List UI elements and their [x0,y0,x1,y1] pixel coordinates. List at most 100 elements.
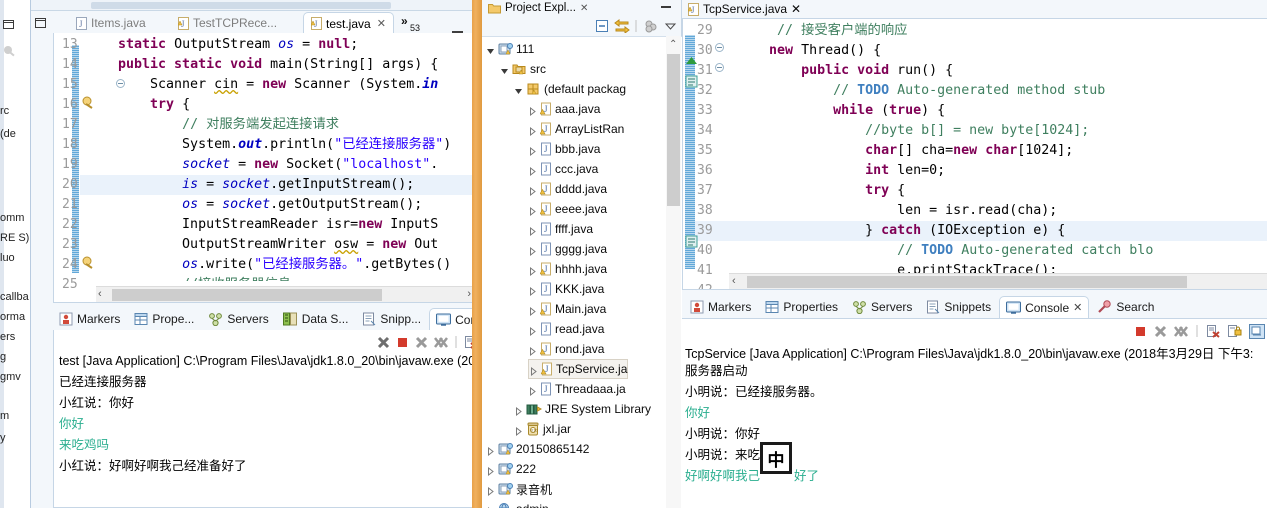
twisty-collapsed-icon[interactable] [528,265,537,276]
tree-item-kkk-java[interactable]: J KKK.java [528,279,604,299]
tree-item-threadaaa-ja[interactable]: J Threadaaa.ja [528,379,626,399]
twisty-collapsed-icon[interactable] [514,405,523,416]
task-marker-icon[interactable] [685,235,698,251]
view-tab-servers[interactable]: Servers [846,296,918,318]
focus-icon[interactable] [643,19,659,33]
warning-marker-icon[interactable] [82,95,96,109]
editor-tab-overflow-button[interactable]: » 53 [401,14,420,33]
tree-item-src[interactable]: src [500,59,546,79]
view-tab-console[interactable]: Console ✕ [999,296,1090,318]
warning-marker-icon[interactable] [82,255,96,269]
window-divider[interactable] [472,0,482,508]
editor-tab-test-java[interactable]: J test.java ✕ [303,12,394,34]
twisty-collapsed-icon[interactable] [528,205,537,216]
clear-console-icon[interactable] [1206,324,1220,338]
left-code-editor[interactable]: 13 14 15 16 17 18 19 20 21 22 23 24 25 static Output… [53,33,473,303]
close-icon[interactable]: ✕ [580,3,588,14]
twisty-collapsed-icon[interactable] [528,345,537,356]
view-tab-search[interactable]: Search [1091,296,1160,318]
view-tab-markers[interactable]: Markers [684,296,757,318]
tree-item-ffff-java[interactable]: Jffff.java [528,219,593,239]
terminate-all-icon[interactable] [377,336,390,349]
terminate-icon[interactable] [1134,325,1147,338]
project-tree-vertical-scrollbar[interactable]: ⌃ [666,36,681,508]
restore-window-icon[interactable] [33,16,49,31]
close-icon[interactable]: ✕ [1073,301,1082,314]
view-tab-properties[interactable]: Properties [759,296,844,318]
tree-item-rond-java[interactable]: Jrond.java [528,339,604,359]
scrollbar-thumb[interactable] [112,289,382,301]
editor-horizontal-scrollbar[interactable]: ‹ [729,273,1267,289]
tree-item-gggg-java[interactable]: Jgggg.java [528,239,607,259]
close-icon[interactable]: ✕ [377,17,386,30]
editor-tab-items-java[interactable]: J Items.java [69,12,153,34]
collapse-all-icon[interactable] [595,19,609,33]
tree-item-read-java[interactable]: Jread.java [528,319,604,339]
lock-scroll-icon[interactable] [1227,324,1242,338]
tree-item-arraylistran[interactable]: J ArrayListRan [528,119,624,139]
fold-collapse-icon[interactable] [116,79,125,88]
tree-item-eeee-java[interactable]: Jeeee.java [528,199,607,219]
twisty-collapsed-icon[interactable] [528,325,537,336]
tree-item-main-java[interactable]: J Main.java [528,299,606,319]
ime-mode-indicator[interactable]: 中 [760,442,792,474]
scroll-right-icon[interactable]: › [467,288,471,300]
view-tab-prope[interactable]: Prope... [128,308,200,330]
left-console-body[interactable]: test [Java Application] C:\Program Files… [53,330,503,508]
tree-item-tcpservice-ja[interactable]: J TcpService.ja [528,359,629,379]
twisty-collapsed-icon[interactable] [528,185,537,196]
console-output[interactable]: 服务器启动 小明说：已经接服务器。 你好 小明说：你好 小明说：来吃 好啊好啊我己 好了 [685,361,823,487]
editor-horizontal-scrollbar[interactable]: ‹ › [96,286,472,302]
remove-launch-icon[interactable] [1154,325,1167,338]
pin-console-icon[interactable] [1249,323,1265,339]
tree-item-jre-system-library[interactable]: JRE System Library [514,399,651,419]
twisty-collapsed-icon[interactable] [528,225,537,236]
project-tree[interactable]: 111 src (default packag Jaaa.java J ArrayList… [482,36,682,508]
twisty-collapsed-icon[interactable] [486,465,495,476]
terminate-icon[interactable] [396,336,409,349]
fold-collapse-icon[interactable] [715,63,724,72]
fold-collapse-icon[interactable] [715,43,724,52]
scroll-left-icon[interactable]: ‹ [732,275,736,287]
task-marker-icon[interactable] [685,75,698,91]
view-tab-snipp[interactable]: Snipp... [356,308,427,330]
view-tab-markers[interactable]: Markers [53,308,126,330]
twisty-collapsed-icon[interactable] [528,165,537,176]
link-with-editor-icon[interactable] [614,19,630,33]
twisty-collapsed-icon[interactable] [528,285,537,296]
twisty-collapsed-icon[interactable] [528,105,537,116]
bg-restore-icon[interactable] [2,18,16,34]
twisty-collapsed-icon[interactable] [528,145,537,156]
twisty-collapsed-icon[interactable] [514,425,523,436]
tree-item-ccc-java[interactable]: Jccc.java [528,159,598,179]
twisty-collapsed-icon[interactable] [486,485,495,496]
twisty-collapsed-icon[interactable] [529,365,538,376]
twisty-collapsed-icon[interactable] [486,505,495,508]
scroll-up-icon[interactable]: ⌃ [669,39,677,50]
twisty-expanded-icon[interactable] [500,65,509,74]
editor-tab-tcpservice-java[interactable]: J TcpService.java ✕ [682,0,807,18]
code-text-area[interactable]: static OutputStream os = null; public st… [102,33,472,281]
twisty-collapsed-icon[interactable] [528,125,537,136]
remove-launch-icon[interactable] [415,336,428,349]
editor-tab-testtcprece[interactable]: J TestTCPRece... [171,12,284,34]
tree-item-jxl-jar[interactable]: 010 jxl.jar [514,419,571,439]
console-output[interactable]: 已经连接服务器 小红说：你好 你好 来吃鸡吗 小红说：好啊好啊我己经准备好了 [59,372,503,477]
twisty-collapsed-icon[interactable] [528,305,537,316]
tree-item-admin[interactable]: admin [486,499,549,508]
twisty-expanded-icon[interactable] [514,85,523,94]
scroll-left-icon[interactable]: ‹ [98,288,102,300]
tree-item-dddd-java[interactable]: Jdddd.java [528,179,607,199]
tree-item-222[interactable]: 222 [486,459,536,479]
scrollbar-thumb[interactable] [667,54,680,206]
twisty-collapsed-icon[interactable] [486,445,495,456]
tree-item--default-packag[interactable]: (default packag [514,79,626,99]
tree-item-hhhh-java[interactable]: Jhhhh.java [528,259,607,279]
view-tab-servers[interactable]: Servers [202,308,274,330]
twisty-collapsed-icon[interactable] [528,245,537,256]
code-text-area[interactable]: // 接受客户端的响应 new Thread() { public void r… [729,19,1267,289]
twisty-collapsed-icon[interactable] [528,385,537,396]
close-icon[interactable]: ✕ [791,2,801,16]
twisty-expanded-icon[interactable] [486,45,495,54]
tree-item-111[interactable]: 111 [486,39,534,59]
